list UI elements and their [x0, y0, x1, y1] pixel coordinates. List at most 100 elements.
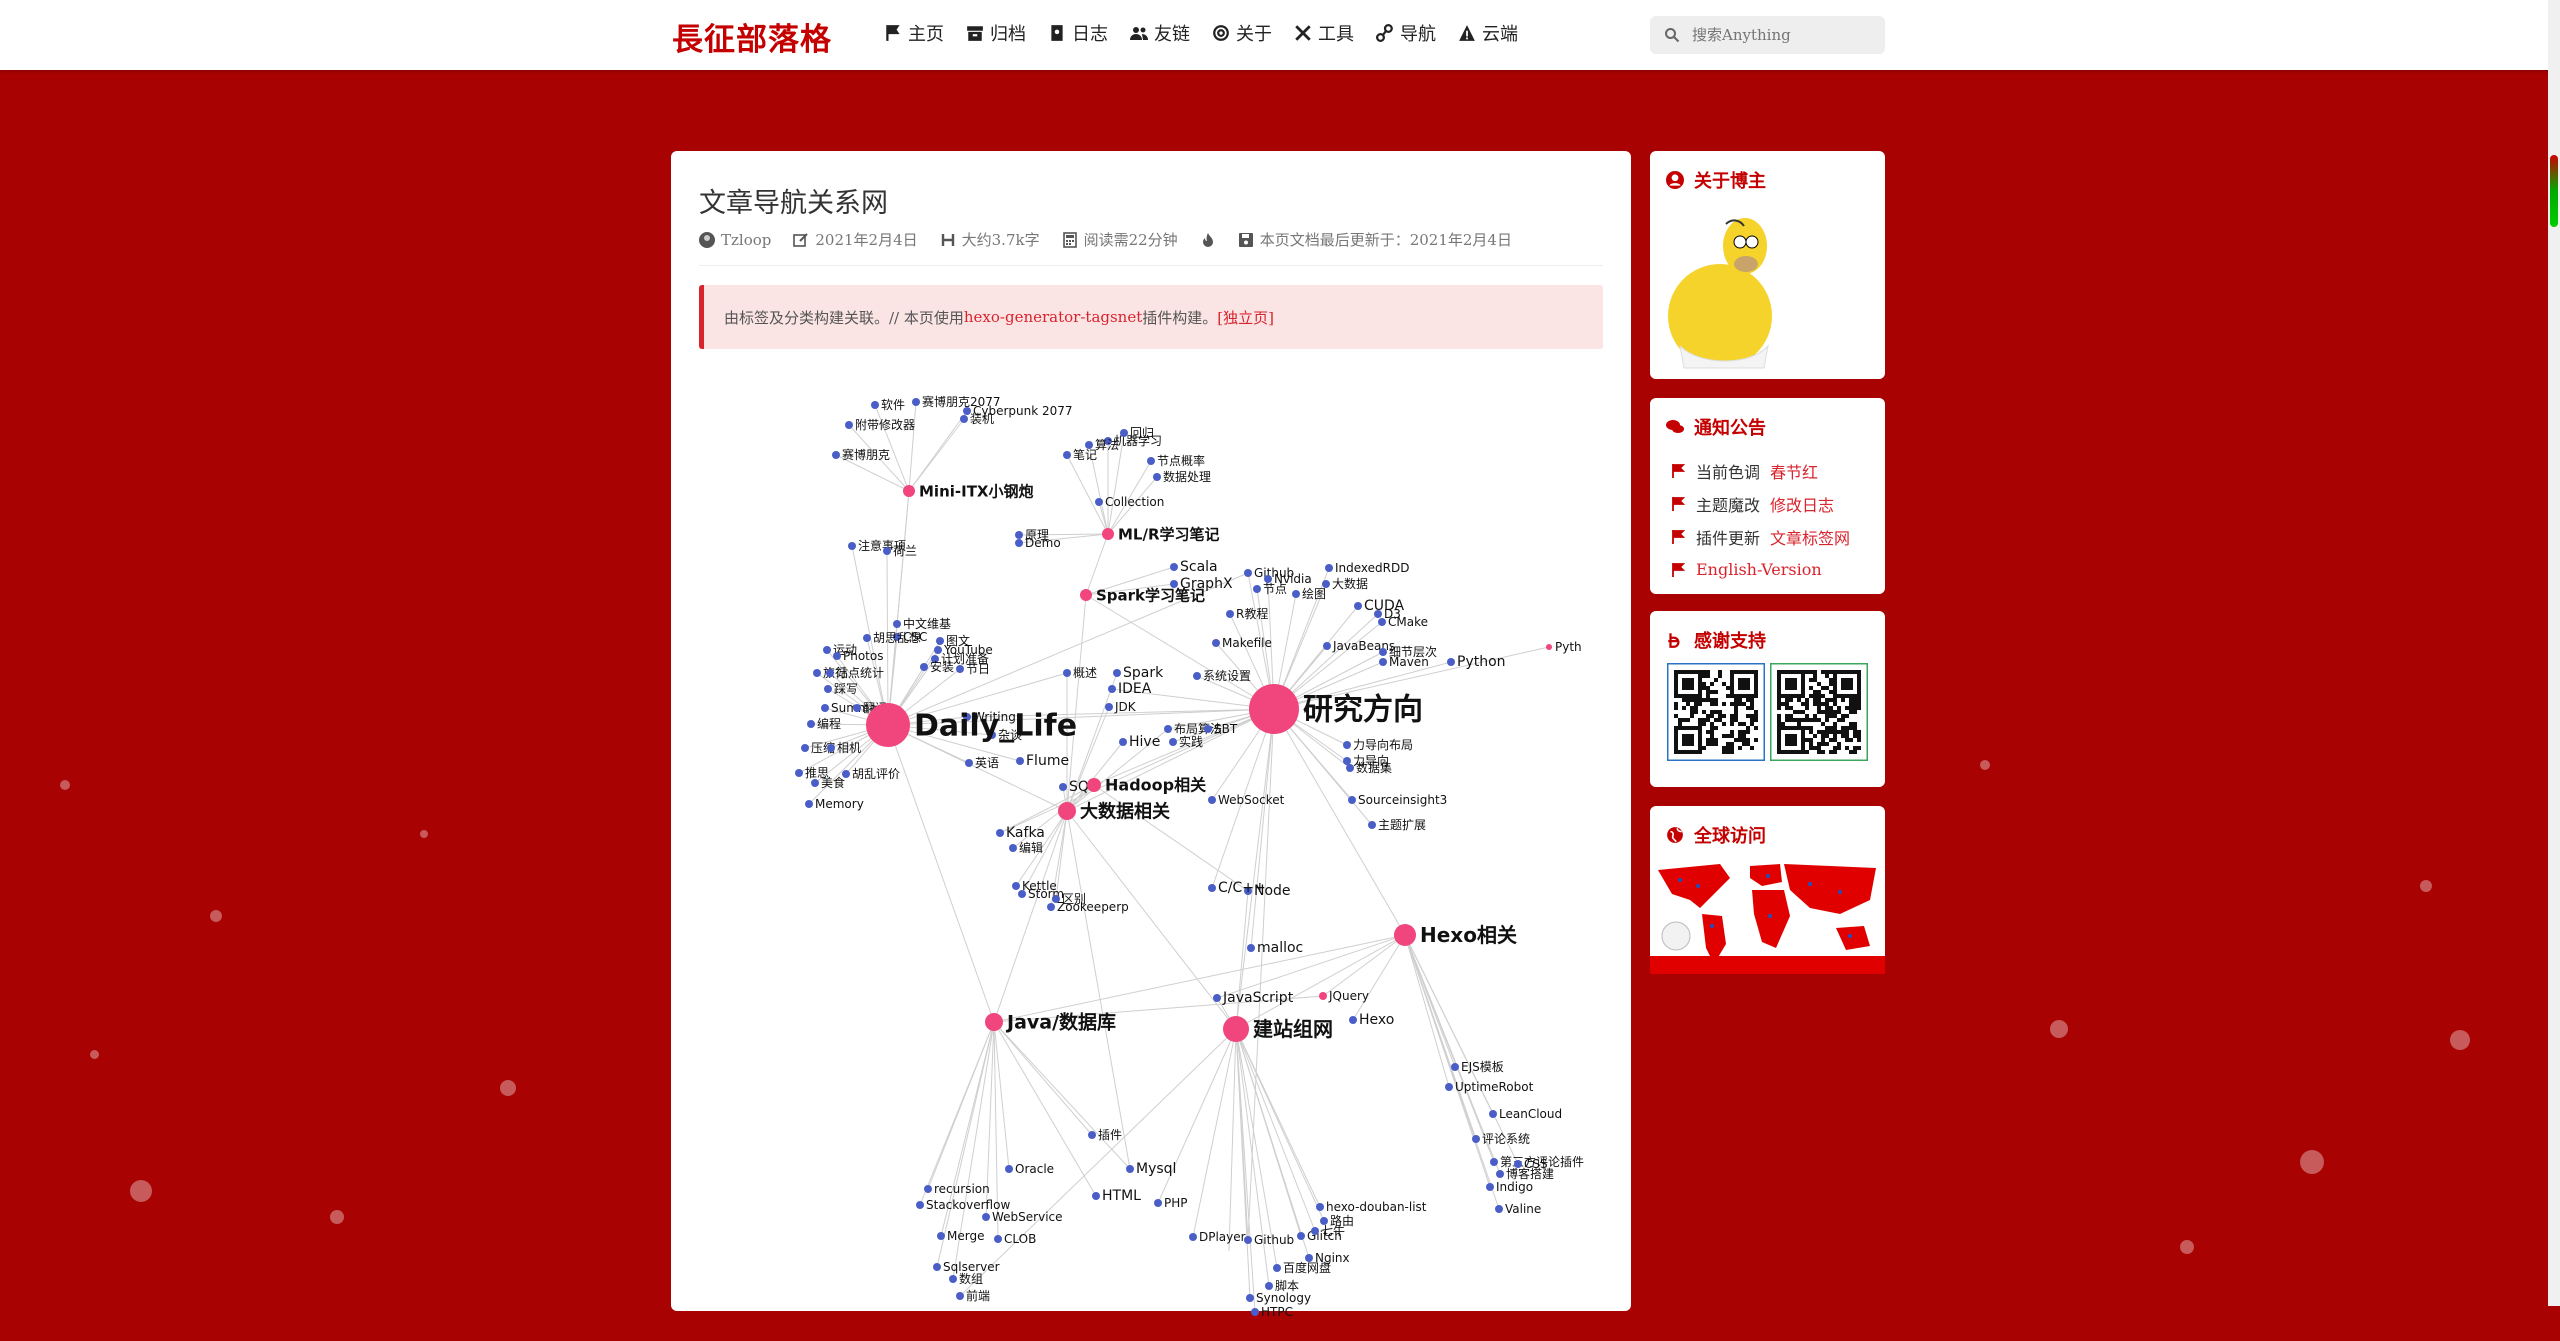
graph-leaf-node[interactable] [1059, 783, 1067, 791]
graph-leaf-label[interactable]: Memory [815, 797, 864, 811]
graph-leaf-label[interactable]: 赛博朋克 [842, 447, 890, 462]
graph-leaf-node[interactable] [1495, 1205, 1503, 1213]
graph-leaf-node[interactable] [1120, 429, 1128, 437]
graph-leaf-label[interactable]: 胡思乱想 [873, 630, 921, 645]
graph-leaf-label[interactable]: 中文维基 [903, 616, 951, 631]
graph-leaf-label[interactable]: 力导向布局 [1353, 737, 1413, 752]
graph-leaf-node[interactable] [1490, 1158, 1498, 1166]
graph-leaf-label[interactable]: Kafka [1006, 825, 1045, 841]
nav-archive[interactable]: 归档 [966, 20, 1026, 46]
graph-leaf-node[interactable] [965, 759, 973, 767]
graph-leaf-node[interactable] [871, 401, 879, 409]
graph-hub-label[interactable]: 大数据相关 [1080, 800, 1170, 822]
graph-leaf-node[interactable] [832, 451, 840, 459]
graph-leaf-label[interactable]: WebSocket [1218, 793, 1285, 807]
graph-hub-label[interactable]: ML/R学习笔记 [1118, 525, 1220, 543]
graph-leaf-node[interactable] [827, 744, 835, 752]
graph-leaf-node[interactable] [1292, 590, 1300, 598]
graph-leaf-label[interactable]: 软件 [881, 398, 905, 412]
graph-leaf-label[interactable]: 相机 [837, 741, 861, 755]
graph-leaf-node[interactable] [1368, 821, 1376, 829]
graph-leaf-node[interactable] [1486, 1183, 1494, 1191]
announce-link[interactable]: 文章标签网 [1770, 525, 1850, 549]
graph-leaf-node[interactable] [1354, 602, 1362, 610]
graph-leaf-label[interactable]: 插件 [1098, 1128, 1122, 1142]
graph-leaf-node[interactable] [1092, 1192, 1100, 1200]
meta-author[interactable]: Tzloop [699, 231, 771, 249]
graph-leaf-node[interactable] [1319, 992, 1327, 1000]
graph-leaf-label[interactable]: JQuery [1328, 989, 1369, 1003]
graph-leaf-node[interactable] [996, 829, 1004, 837]
graph-leaf-label[interactable]: Sourceinsight3 [1358, 793, 1447, 807]
graph-leaf-label[interactable]: Synology [1256, 1291, 1311, 1305]
graph-leaf-node[interactable] [1015, 531, 1023, 539]
graph-leaf-node[interactable] [1105, 703, 1113, 711]
graph-leaf-node[interactable] [1251, 1308, 1259, 1316]
graph-leaf-node[interactable] [1012, 882, 1020, 890]
graph-leaf-node[interactable] [1189, 1233, 1197, 1241]
graph-leaf-node[interactable] [1204, 725, 1212, 733]
site-brand[interactable]: 長征部落格 [672, 14, 832, 59]
graph-leaf-label[interactable]: Flume [1026, 753, 1069, 769]
graph-leaf-node[interactable] [893, 620, 901, 628]
graph-leaf-label[interactable]: IndexedRDD [1335, 561, 1409, 575]
graph-leaf-label[interactable]: Collection [1105, 495, 1164, 509]
graph-leaf-label[interactable]: Photos [843, 649, 883, 663]
graph-leaf-label[interactable]: HTPC [1261, 1305, 1293, 1319]
graph-leaf-label[interactable]: 主题扩展 [1378, 818, 1426, 832]
graph-leaf-node[interactable] [1445, 1083, 1453, 1091]
graph-leaf-node[interactable] [1015, 539, 1023, 547]
graph-leaf-node[interactable] [937, 1232, 945, 1240]
graph-leaf-node[interactable] [1095, 498, 1103, 506]
graph-leaf-node[interactable] [1208, 796, 1216, 804]
graph-leaf-node[interactable] [1170, 563, 1178, 571]
graph-leaf-label[interactable]: JDK [1114, 700, 1137, 714]
graph-leaf-node[interactable] [1009, 844, 1017, 852]
graph-leaf-node[interactable] [848, 542, 856, 550]
graph-leaf-node[interactable] [845, 421, 853, 429]
graph-leaf-label[interactable]: recursion [934, 1182, 990, 1196]
graph-leaf-label[interactable]: 胡乱评价 [852, 767, 900, 781]
announce-link[interactable]: 春节红 [1770, 459, 1818, 483]
graph-hub-label[interactable]: Spark学习笔记 [1096, 586, 1205, 604]
graph-leaf-label[interactable]: 七牛 [1321, 1223, 1345, 1238]
graph-leaf-node[interactable] [933, 1263, 941, 1271]
graph-hub-node[interactable] [866, 703, 910, 747]
graph-leaf-node[interactable] [912, 398, 920, 406]
graph-leaf-node[interactable] [1005, 1165, 1013, 1173]
graph-leaf-label[interactable]: 绘图 [1302, 586, 1326, 601]
graph-hub-label[interactable]: 建站组网 [1253, 1017, 1333, 1041]
search-input[interactable] [1690, 25, 1874, 45]
graph-leaf-label[interactable]: 编辑 [1019, 840, 1043, 855]
graph-leaf-label[interactable]: CLOB [1004, 1232, 1036, 1246]
graph-leaf-label[interactable]: Spark [1123, 665, 1164, 681]
graph-leaf-label[interactable]: malloc [1257, 940, 1303, 956]
nav-friends[interactable]: 友链 [1130, 20, 1190, 46]
graph-leaf-node[interactable] [1063, 669, 1071, 677]
graph-leaf-node[interactable] [1379, 648, 1387, 656]
plugin-link[interactable]: hexo-generator-tagsnet [964, 308, 1142, 326]
graph-leaf-node[interactable] [982, 1213, 990, 1221]
graph-leaf-label[interactable]: 大数据 [1332, 576, 1368, 591]
graph-leaf-node[interactable] [811, 779, 819, 787]
graph-leaf-node[interactable] [1164, 725, 1172, 733]
graph-leaf-label[interactable]: LeanCloud [1499, 1107, 1562, 1121]
graph-leaf-label[interactable]: Zookeeperp [1057, 900, 1129, 914]
page-scrollbar[interactable] [2548, 0, 2560, 1306]
graph-leaf-label[interactable]: R教程 [1236, 606, 1268, 621]
graph-leaf-node[interactable] [956, 1292, 964, 1300]
graph-leaf-label[interactable]: UptimeRobot [1455, 1080, 1534, 1094]
graph-leaf-label[interactable]: Indigo [1496, 1180, 1533, 1194]
standalone-page-link[interactable]: [独立页] [1217, 307, 1274, 328]
graph-hub-label[interactable]: Daily_Life [914, 709, 1077, 744]
graph-leaf-label[interactable]: 博客搭建 [1506, 1166, 1554, 1181]
graph-leaf-node[interactable] [916, 1201, 924, 1209]
graph-leaf-node[interactable] [833, 652, 841, 660]
graph-leaf-node[interactable] [1346, 764, 1354, 772]
graph-leaf-node[interactable] [949, 1275, 957, 1283]
graph-hub-node[interactable] [1080, 589, 1092, 601]
graph-leaf-node[interactable] [824, 685, 832, 693]
graph-leaf-node[interactable] [1253, 585, 1261, 593]
graph-leaf-node[interactable] [1063, 451, 1071, 459]
graph-leaf-node[interactable] [1119, 738, 1127, 746]
